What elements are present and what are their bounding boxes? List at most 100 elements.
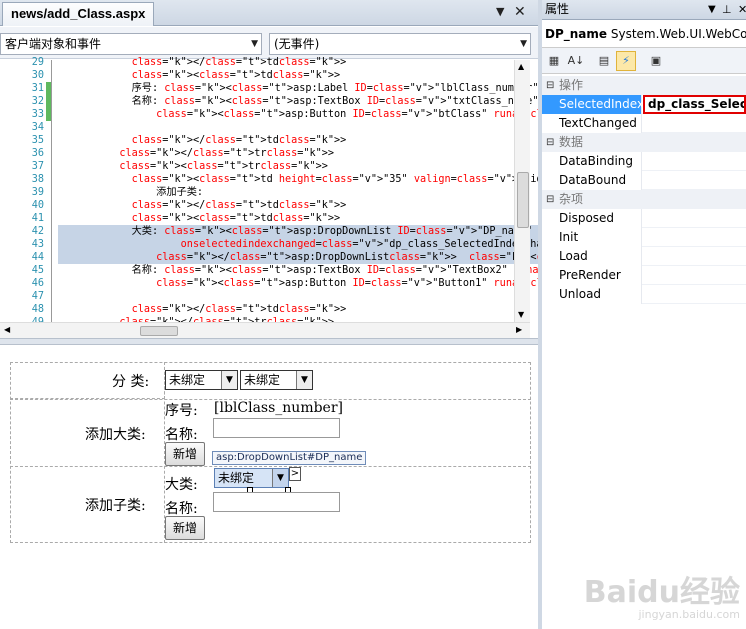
code-line[interactable]: 大类: class="k"><class="t">asp:DropDownLis… — [58, 225, 538, 238]
property-row[interactable]: SelectedIndexdp_class_Selecte — [542, 95, 746, 114]
line-number: 30 — [31, 70, 44, 81]
dropdown-value: 未绑定 — [244, 373, 281, 387]
property-row[interactable]: DataBinding — [542, 152, 746, 171]
code-line[interactable]: class="k"><class="t">tdclass="k">> — [58, 212, 341, 225]
watermark-brand: Baidu经验 — [583, 575, 740, 610]
line-number: 34 — [31, 122, 44, 133]
code-line[interactable]: class="k"></class="t">tdclass="k">> — [58, 303, 347, 316]
line-number: 31 — [31, 83, 44, 94]
property-category[interactable]: ⊟ 杂项 — [542, 190, 746, 209]
property-row[interactable]: PreRender — [542, 266, 746, 285]
property-name: PreRender — [542, 266, 642, 285]
collapse-icon[interactable]: ⊟ — [546, 76, 554, 95]
code-line[interactable]: class="k"></class="t">trclass="k">> — [58, 147, 334, 160]
object-selector[interactable]: DP_name System.Web.UI.WebCon — [542, 20, 746, 48]
code-area[interactable]: 29 class="k"></class="t">tdclass="k">> 30… — [0, 57, 538, 328]
code-line[interactable]: 名称: class="k"><class="t">asp:TextBox ID=… — [58, 264, 538, 277]
property-value[interactable] — [643, 152, 746, 171]
tab-dropdown-icon[interactable]: ▼ — [496, 4, 504, 20]
code-line[interactable]: class="k"><class="t">asp:Button ID=class… — [58, 108, 538, 121]
scroll-up-icon[interactable]: ▲ — [518, 62, 524, 71]
code-line[interactable]: 名称: class="k"><class="t">asp:TextBox ID=… — [58, 95, 538, 108]
properties-icon[interactable]: ▤ — [594, 51, 614, 71]
document-tab[interactable]: news/add_Class.aspx — [2, 2, 155, 26]
property-value[interactable] — [643, 247, 746, 266]
property-value[interactable] — [643, 209, 746, 228]
code-line[interactable]: class="k"><class="t">trclass="k">> — [58, 160, 328, 173]
property-row[interactable]: Disposed — [542, 209, 746, 228]
code-line[interactable]: onselectedindexchanged=class="v">"dp_cla… — [58, 238, 538, 251]
property-value[interactable] — [643, 285, 746, 304]
add-class-button[interactable]: 新增 — [165, 442, 205, 466]
event-combo[interactable]: (无事件) ▼ — [269, 33, 531, 55]
code-line[interactable]: class="k"></class="t">asp:DropDownListcl… — [58, 251, 538, 264]
property-row[interactable]: Init — [542, 228, 746, 247]
smart-tag-arrow-icon[interactable]: > — [289, 467, 301, 481]
line-number: 36 — [31, 148, 44, 159]
property-grid: ⊟ 操作 SelectedIndexdp_class_SelecteTextChan… — [542, 76, 746, 316]
pin-icon[interactable]: ▼ — [708, 0, 716, 19]
scroll-down-icon[interactable]: ▼ — [518, 310, 524, 319]
code-line[interactable]: class="k"></class="t">tdclass="k">> — [58, 56, 347, 69]
code-line[interactable]: class="k"></class="t">tdclass="k">> — [58, 199, 347, 212]
property-value[interactable] — [643, 171, 746, 190]
close-icon[interactable]: ✕ — [514, 4, 526, 20]
property-category[interactable]: ⊟ 数据 — [542, 133, 746, 152]
property-row[interactable]: DataBound — [542, 171, 746, 190]
property-name: DataBound — [542, 171, 642, 190]
alphabetical-icon[interactable]: A↓ — [566, 51, 586, 71]
code-line[interactable]: 添加子类: — [58, 186, 203, 199]
chevron-down-icon: ▼ — [296, 371, 312, 389]
close-icon[interactable]: ✕ — [738, 0, 746, 19]
dropdown-value: 未绑定 — [218, 471, 255, 485]
event-combo-label: (无事件) — [274, 37, 320, 51]
property-category[interactable]: ⊟ 操作 — [542, 76, 746, 95]
property-pages-icon[interactable]: ▣ — [646, 51, 666, 71]
object-type: System.Web.UI.WebCon — [610, 27, 746, 41]
scroll-left-icon[interactable]: ◀ — [4, 325, 10, 334]
code-line[interactable]: 序号: class="k"><class="t">asp:Label ID=cl… — [58, 82, 538, 95]
property-value[interactable] — [643, 114, 746, 133]
client-object-combo[interactable]: 客户端对象和事件 ▼ — [0, 33, 262, 55]
dropdown-value: 未绑定 — [169, 373, 206, 387]
auto-hide-icon[interactable]: ⊥ — [722, 0, 732, 19]
vertical-scroll-thumb[interactable] — [517, 172, 529, 228]
categorized-icon[interactable]: ▦ — [544, 51, 564, 71]
collapse-icon[interactable]: ⊟ — [546, 133, 554, 152]
vertical-scrollbar[interactable]: ▲ ▼ — [514, 60, 530, 322]
scroll-right-icon[interactable]: ▶ — [516, 325, 522, 334]
dp-name-dropdown[interactable]: 未绑定 ▼ — [214, 468, 289, 488]
category-dropdown-2[interactable]: 未绑定 ▼ — [240, 370, 313, 390]
property-value[interactable] — [643, 266, 746, 285]
big-category-label: 大类: — [165, 477, 198, 493]
property-name: Init — [542, 228, 642, 247]
property-row[interactable]: Unload — [542, 285, 746, 304]
button1[interactable]: 新增 — [165, 516, 205, 540]
code-line[interactable]: class="k"><class="t">tdclass="k">> — [58, 69, 341, 82]
horizontal-scroll-thumb[interactable] — [140, 326, 178, 336]
textbox2[interactable] — [213, 492, 340, 512]
document-tab-bar: news/add_Class.aspx ▼ ✕ — [0, 0, 538, 26]
code-line[interactable]: class="k"></class="t">tdclass="k">> — [58, 134, 347, 147]
line-number: 46 — [31, 278, 44, 289]
property-value[interactable]: dp_class_Selecte — [643, 95, 746, 114]
property-row[interactable]: TextChanged — [542, 114, 746, 133]
class-name-textbox[interactable] — [213, 418, 340, 438]
code-line[interactable]: class="k"><class="t">asp:Button ID=class… — [58, 277, 538, 290]
property-value[interactable] — [643, 228, 746, 247]
properties-title-bar: 属性 ▼ ⊥ ✕ — [542, 0, 746, 20]
line-number: 35 — [31, 135, 44, 146]
horizontal-scrollbar[interactable]: ◀ ▶ — [0, 322, 530, 338]
properties-pane: 属性 ▼ ⊥ ✕ DP_name System.Web.UI.WebCon ▦ … — [542, 0, 746, 629]
line-number: 37 — [31, 161, 44, 172]
line-number: 39 — [31, 187, 44, 198]
property-row[interactable]: Load — [542, 247, 746, 266]
category-dropdown-1[interactable]: 未绑定 ▼ — [165, 370, 238, 390]
split-view-divider[interactable] — [0, 338, 538, 345]
control-smart-tag-label: asp:DropDownList#DP_name — [212, 451, 367, 465]
properties-toolbar: ▦ A↓ ▤ ⚡ ▣ — [542, 48, 746, 74]
events-icon[interactable]: ⚡ — [616, 51, 636, 71]
code-line[interactable]: class="k"><class="t">td height=class="v"… — [58, 173, 538, 186]
collapse-icon[interactable]: ⊟ — [546, 190, 554, 209]
client-object-combo-label: 客户端对象和事件 — [5, 37, 102, 51]
